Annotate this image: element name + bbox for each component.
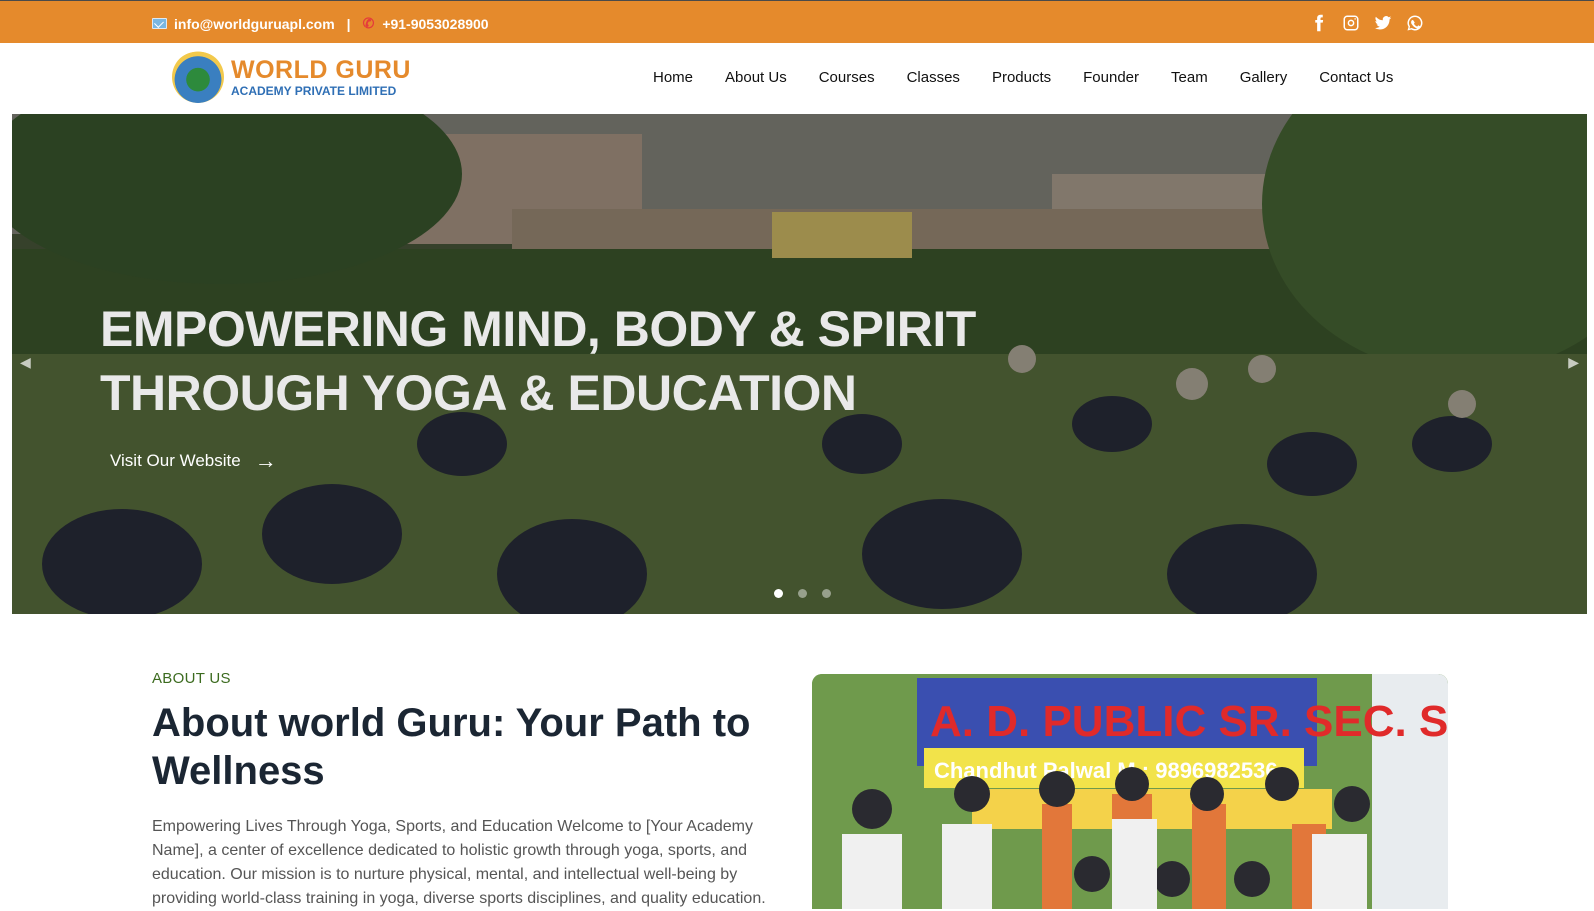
contact-separator: |	[346, 15, 351, 32]
slider-dot-1[interactable]	[774, 589, 783, 598]
logo-title: WORLD GURU	[231, 56, 411, 84]
phone-link[interactable]: +91-9053028900	[382, 16, 488, 32]
contact-info: info@worldguruapl.com | ✆ +91-9053028900	[152, 15, 489, 32]
nav-team[interactable]: Team	[1171, 69, 1208, 86]
nav-gallery[interactable]: Gallery	[1240, 69, 1288, 86]
facebook-icon[interactable]	[1310, 14, 1328, 32]
mail-icon	[152, 18, 167, 29]
main-navbar: WORLD GURU ACADEMY PRIVATE LIMITED Home …	[0, 43, 1594, 114]
about-photo: A. D. PUBLIC SR. SEC. SCHOOL Chandhut Pa…	[812, 674, 1448, 909]
site-logo[interactable]: WORLD GURU ACADEMY PRIVATE LIMITED	[172, 51, 411, 103]
whatsapp-icon[interactable]	[1406, 14, 1424, 32]
slider-prev-icon[interactable]: ◀	[20, 354, 31, 371]
about-eyebrow: ABOUT US	[152, 670, 231, 687]
hero-slider: EMPOWERING MIND, BODY & SPIRIT THROUGH Y…	[12, 114, 1587, 614]
about-section: ABOUT US About world Guru: Your Path to …	[152, 670, 782, 911]
slider-dot-2[interactable]	[798, 589, 807, 598]
logo-emblem	[172, 51, 224, 103]
nav-home[interactable]: Home	[653, 69, 693, 86]
hero-headline: EMPOWERING MIND, BODY & SPIRIT THROUGH Y…	[100, 297, 1100, 425]
phone-icon: ✆	[362, 15, 375, 31]
main-menu: Home About Us Courses Classes Products F…	[653, 69, 1425, 86]
top-contact-bar: info@worldguruapl.com | ✆ +91-9053028900	[0, 0, 1594, 43]
social-links	[1310, 14, 1424, 32]
visit-website-button[interactable]: Visit Our Website →	[110, 448, 277, 474]
logo-subtitle: ACADEMY PRIVATE LIMITED	[231, 84, 397, 98]
nav-founder[interactable]: Founder	[1083, 69, 1139, 86]
about-body: Empowering Lives Through Yoga, Sports, a…	[152, 818, 766, 907]
nav-contact-us[interactable]: Contact Us	[1319, 69, 1393, 86]
visit-website-label: Visit Our Website	[110, 451, 241, 470]
nav-products[interactable]: Products	[992, 69, 1051, 86]
twitter-icon[interactable]	[1374, 14, 1392, 32]
slider-next-icon[interactable]: ▶	[1568, 354, 1579, 371]
hero-headline-line1: EMPOWERING MIND, BODY & SPIRIT	[100, 301, 976, 357]
banner-school-address: Chandhut Palwal M : 9896982536	[934, 758, 1278, 783]
hero-headline-line2: THROUGH YOGA & EDUCATION	[100, 365, 857, 421]
about-title: About world Guru: Your Path to Wellness	[152, 701, 751, 793]
instagram-icon[interactable]	[1342, 14, 1360, 32]
slider-indicators	[774, 589, 831, 598]
nav-courses[interactable]: Courses	[819, 69, 875, 86]
nav-classes[interactable]: Classes	[907, 69, 960, 86]
arrow-right-icon: →	[254, 448, 277, 473]
nav-about-us[interactable]: About Us	[725, 69, 787, 86]
slider-dot-3[interactable]	[822, 589, 831, 598]
banner-school-name: A. D. PUBLIC SR. SEC. SCHOOL	[930, 697, 1448, 746]
logo-text: WORLD GURU ACADEMY PRIVATE LIMITED	[231, 56, 411, 98]
school-group-photo: A. D. PUBLIC SR. SEC. SCHOOL Chandhut Pa…	[812, 674, 1448, 909]
email-link[interactable]: info@worldguruapl.com	[174, 16, 335, 32]
